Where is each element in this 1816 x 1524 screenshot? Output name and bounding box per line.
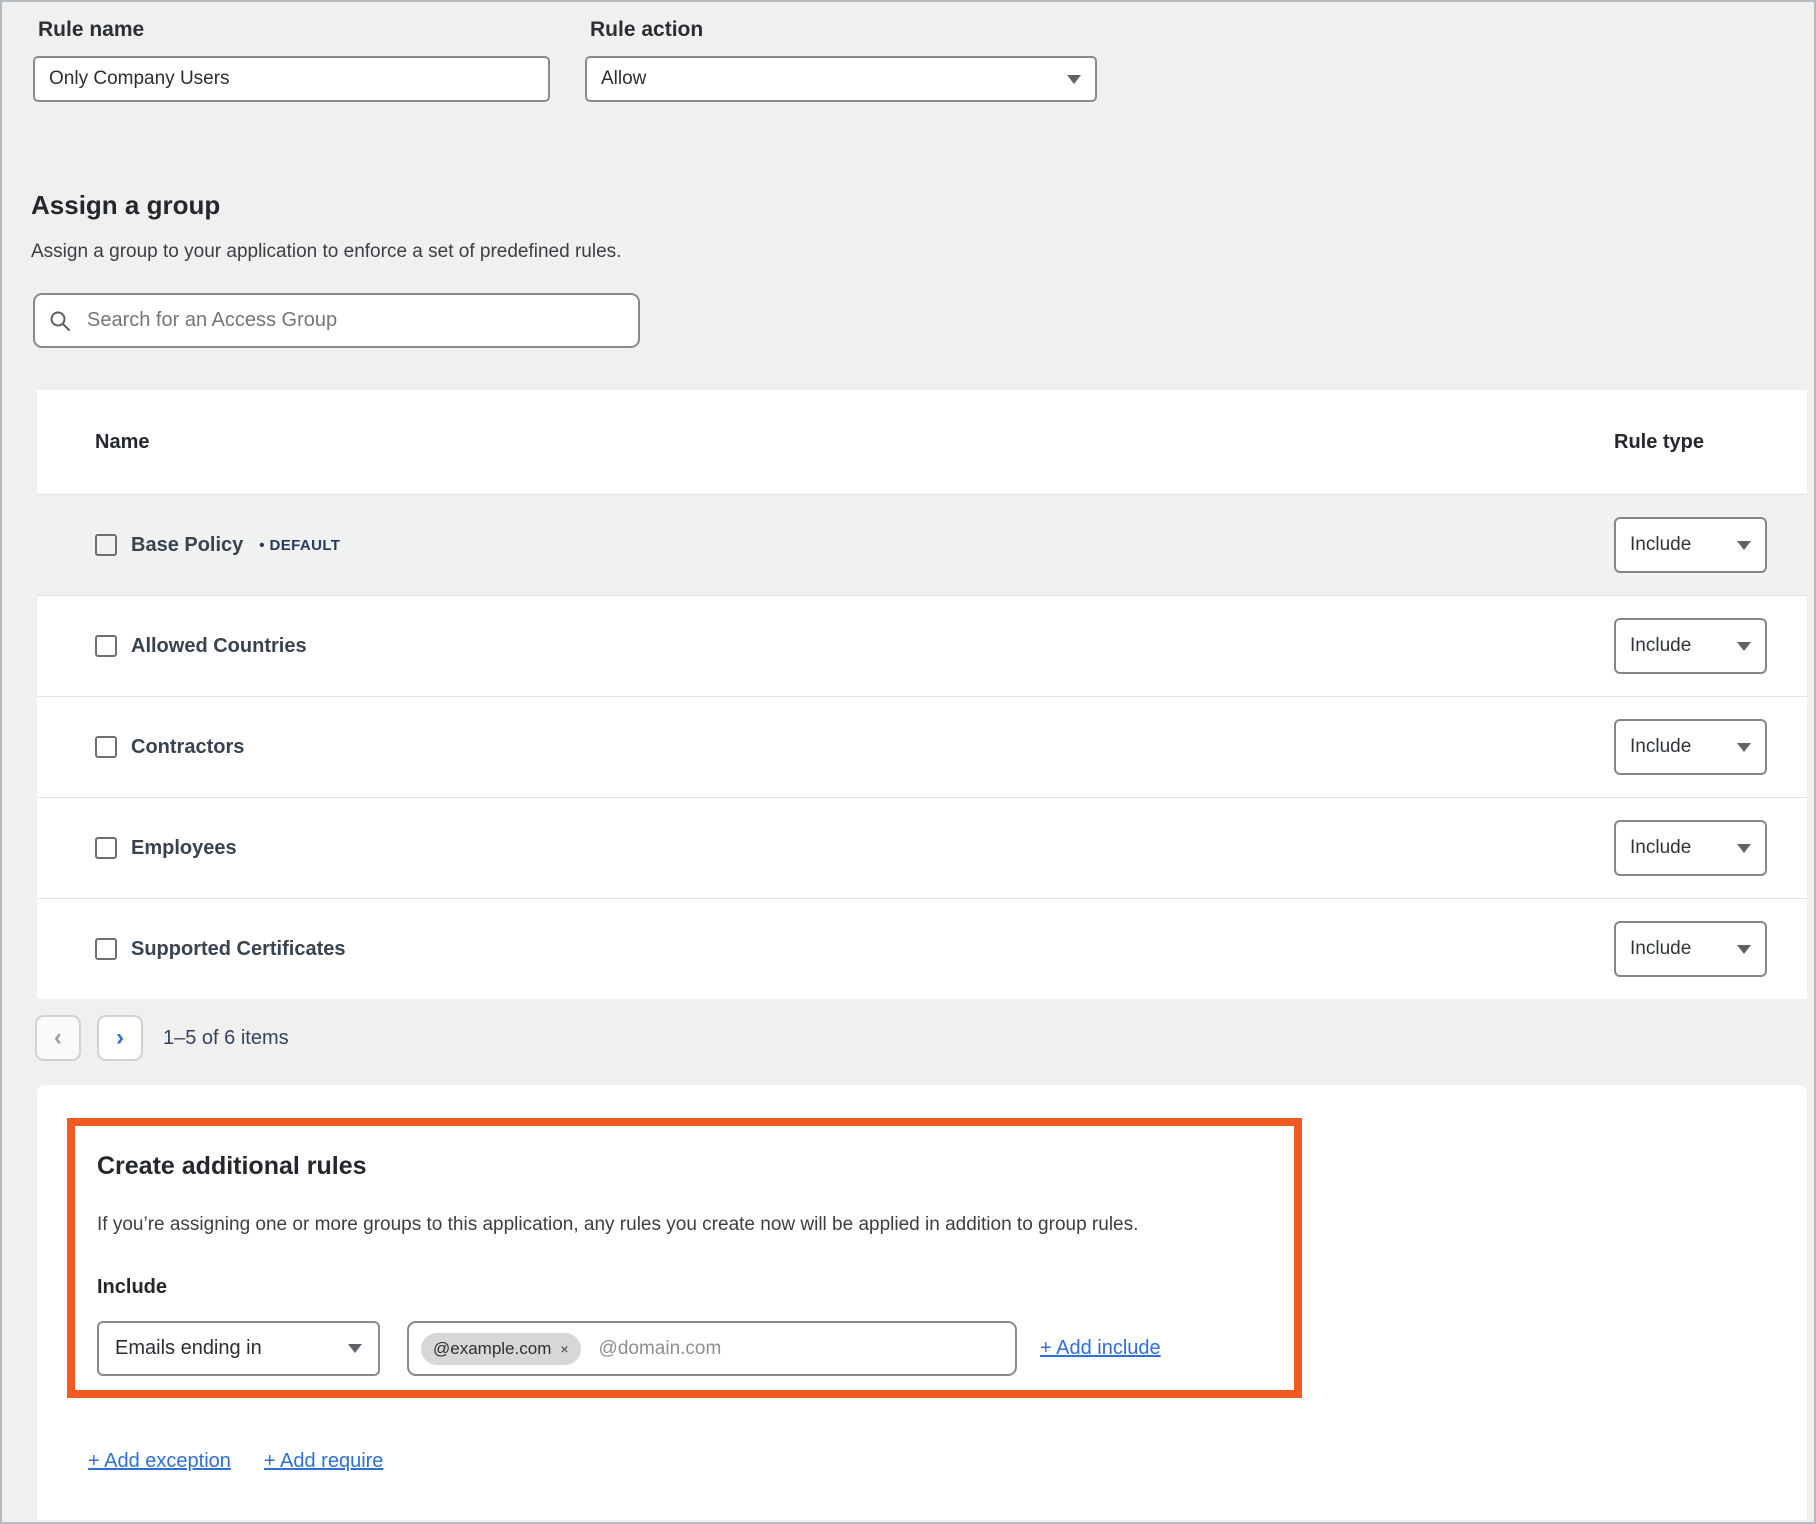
condition-value: Emails ending in: [115, 1337, 262, 1360]
group-table-rows: Base Policy• DEFAULTIncludeAllowed Count…: [37, 494, 1807, 999]
table-row: Employees Include: [37, 797, 1807, 898]
chevron-left-icon: ‹: [54, 1024, 62, 1052]
rule-action-value: Allow: [601, 68, 646, 90]
chevron-down-icon: [348, 1344, 362, 1353]
prev-page-button[interactable]: ‹: [35, 1015, 81, 1061]
row-checkbox[interactable]: [95, 938, 117, 960]
table-row: Supported Certificates Include: [37, 898, 1807, 999]
email-domain-input[interactable]: @example.com ×: [407, 1321, 1017, 1376]
pagination-label: 1–5 of 6 items: [163, 1027, 289, 1050]
condition-select[interactable]: Emails ending in: [97, 1321, 380, 1376]
chevron-down-icon: [1737, 642, 1751, 651]
rule-type-select[interactable]: Include: [1614, 618, 1767, 674]
rule-type-value: Include: [1630, 938, 1691, 960]
table-header: Name Rule type: [37, 390, 1807, 494]
table-row: Contractors Include: [37, 696, 1807, 797]
include-label: Include: [97, 1276, 1294, 1299]
row-checkbox[interactable]: [95, 837, 117, 859]
header-name-cell: Name: [37, 431, 1614, 454]
access-group-search[interactable]: [33, 293, 640, 348]
table-row: Base Policy • DEFAULT Include: [37, 494, 1807, 595]
row-name-cell: Base Policy • DEFAULT: [37, 534, 1614, 557]
group-name: Base Policy: [131, 534, 243, 557]
chevron-down-icon: [1067, 75, 1081, 84]
row-checkbox[interactable]: [95, 534, 117, 556]
chevron-down-icon: [1737, 844, 1751, 853]
rule-name-input[interactable]: [33, 56, 550, 102]
group-name: Contractors: [131, 736, 244, 759]
rule-form: Rule name Rule action Allow: [2, 2, 1814, 102]
domain-input[interactable]: [599, 1338, 1003, 1360]
close-icon[interactable]: ×: [560, 1341, 568, 1357]
row-name-cell: Supported Certificates: [37, 938, 1614, 961]
row-name-cell: Allowed Countries: [37, 635, 1614, 658]
header-rule-type-cell: Rule type: [1614, 431, 1807, 454]
rule-action-field: Rule action Allow: [585, 18, 1097, 102]
row-name-cell: Employees: [37, 837, 1614, 860]
additional-rules-title: Create additional rules: [97, 1152, 1294, 1181]
group-name: Supported Certificates: [131, 938, 345, 961]
search-input[interactable]: [87, 309, 624, 332]
highlight-box: Create additional rules If you’re assign…: [67, 1118, 1302, 1398]
rule-type-select[interactable]: Include: [1614, 921, 1767, 977]
rule-type-value: Include: [1630, 837, 1691, 859]
add-exception-link[interactable]: + Add exception: [88, 1450, 231, 1473]
column-rule-type: Rule type: [1614, 431, 1704, 454]
rule-type-value: Include: [1630, 635, 1691, 657]
rule-type-select[interactable]: Include: [1614, 719, 1767, 775]
rule-type-select[interactable]: Include: [1614, 517, 1767, 573]
chevron-down-icon: [1737, 541, 1751, 550]
row-checkbox[interactable]: [95, 736, 117, 758]
column-name: Name: [95, 431, 149, 454]
row-type-cell: Include: [1614, 618, 1807, 674]
rule-action-select[interactable]: Allow: [585, 56, 1097, 102]
row-type-cell: Include: [1614, 820, 1807, 876]
page: Rule name Rule action Allow Assign a gro…: [0, 0, 1816, 1524]
pagination: ‹ › 1–5 of 6 items: [35, 1015, 1814, 1061]
rule-type-value: Include: [1630, 534, 1691, 556]
email-chip: @example.com ×: [421, 1333, 581, 1365]
add-require-link[interactable]: + Add require: [264, 1450, 384, 1473]
additional-rules-description: If you’re assigning one or more groups t…: [97, 1214, 1294, 1236]
additional-rules-card: Create additional rules If you’re assign…: [37, 1085, 1807, 1520]
chevron-right-icon: ›: [116, 1024, 124, 1052]
row-type-cell: Include: [1614, 921, 1807, 977]
rule-type-select[interactable]: Include: [1614, 820, 1767, 876]
chevron-down-icon: [1737, 945, 1751, 954]
row-name-cell: Contractors: [37, 736, 1614, 759]
group-name: Allowed Countries: [131, 635, 307, 658]
search-icon: [49, 310, 71, 332]
row-type-cell: Include: [1614, 517, 1807, 573]
assign-group-description: Assign a group to your application to en…: [31, 241, 1814, 263]
chevron-down-icon: [1737, 743, 1751, 752]
footer-links: + Add exception + Add require: [88, 1450, 383, 1473]
assign-group-title: Assign a group: [31, 190, 1814, 221]
group-name: Employees: [131, 837, 237, 860]
add-include-link[interactable]: + Add include: [1040, 1337, 1161, 1360]
email-chip-text: @example.com: [433, 1339, 551, 1359]
rule-type-value: Include: [1630, 736, 1691, 758]
row-checkbox[interactable]: [95, 635, 117, 657]
table-row: Allowed Countries Include: [37, 595, 1807, 696]
include-rule-controls: Emails ending in @example.com × + Add in…: [97, 1321, 1294, 1376]
access-group-table: Name Rule type Base Policy • DEFAULT Inclu…: [37, 390, 1807, 999]
rule-name-field: Rule name: [33, 18, 550, 102]
row-type-cell: Include: [1614, 719, 1807, 775]
rule-name-label: Rule name: [38, 18, 550, 42]
rule-action-label: Rule action: [590, 18, 1097, 42]
default-badge: • DEFAULT: [259, 537, 340, 554]
next-page-button[interactable]: ›: [97, 1015, 143, 1061]
